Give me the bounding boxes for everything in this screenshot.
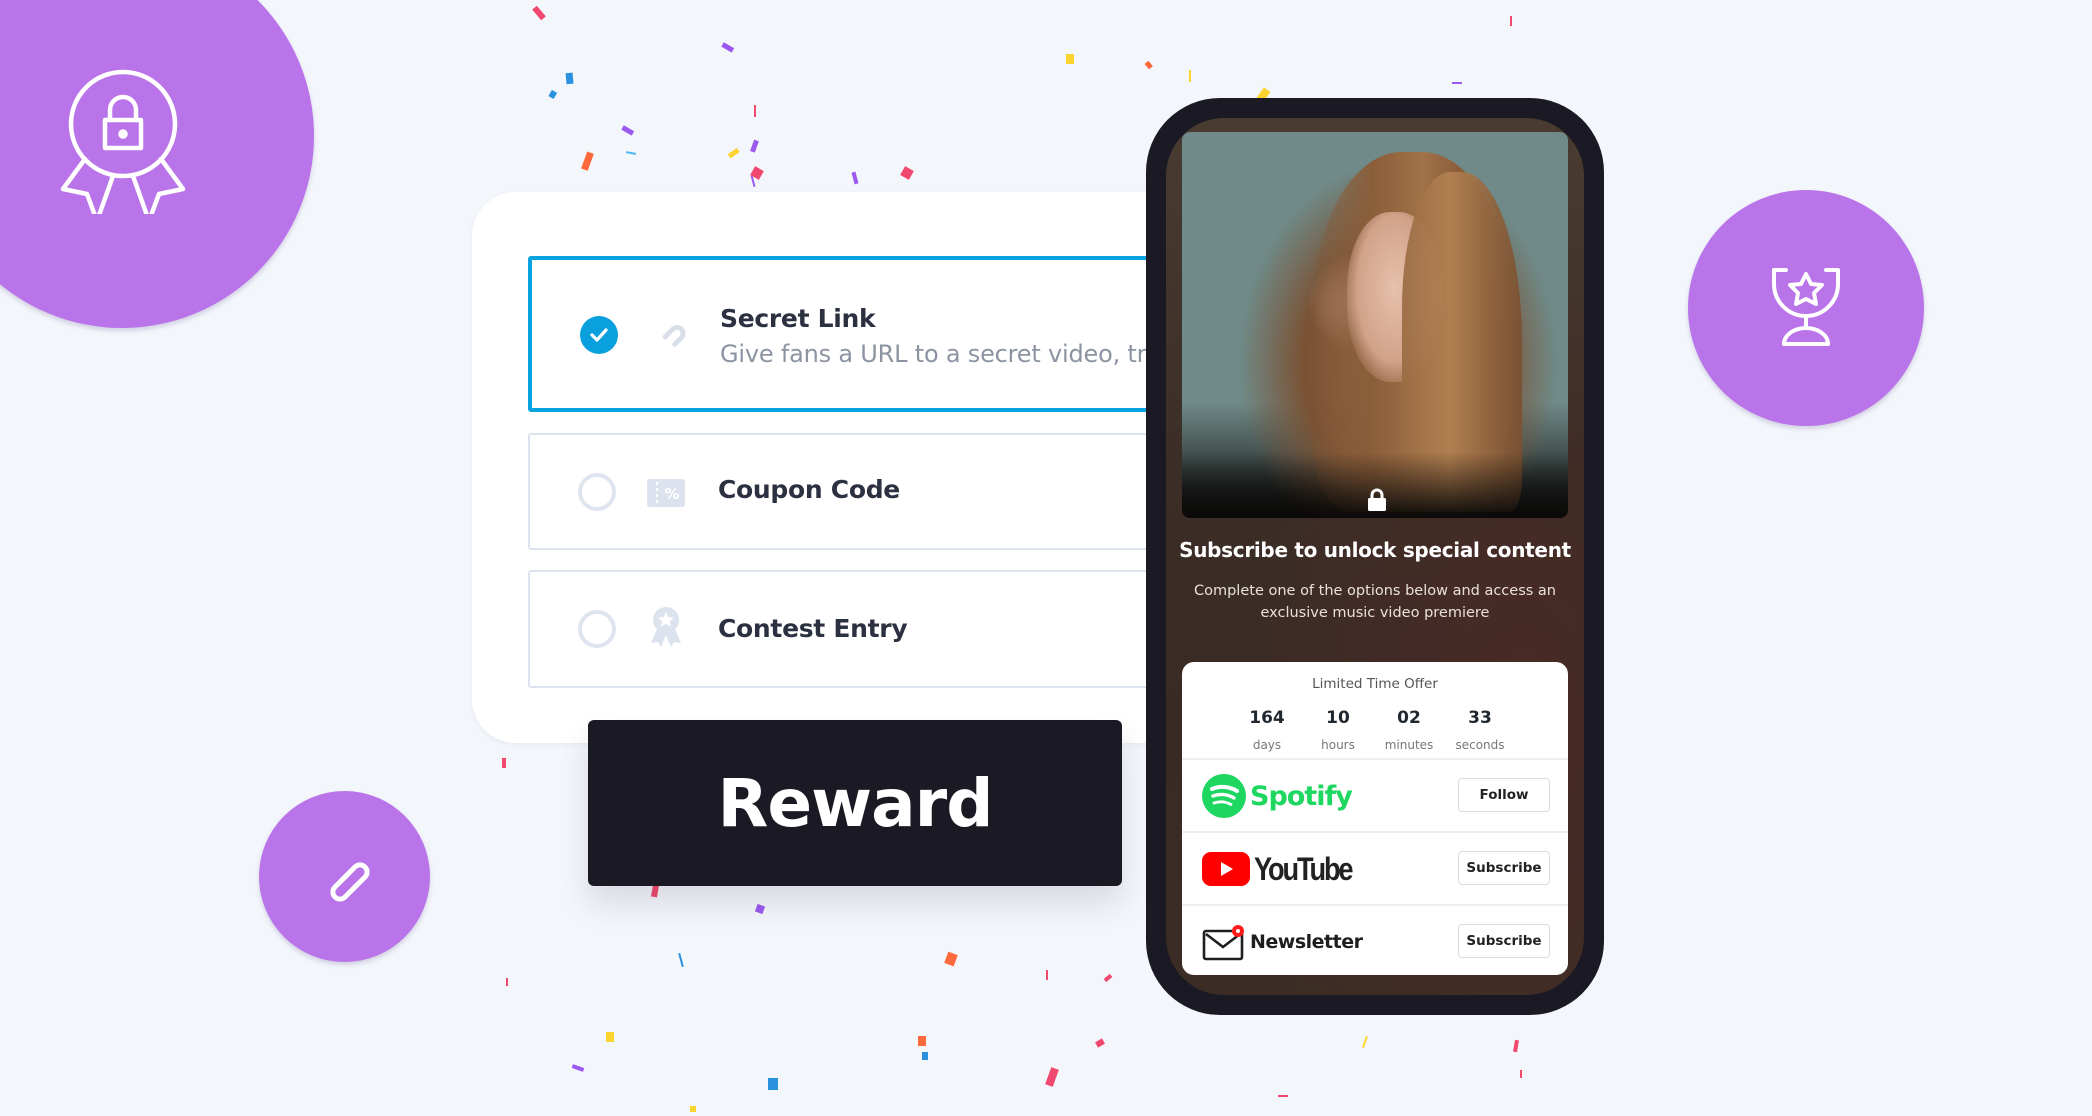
countdown-value: 10 <box>1326 708 1350 728</box>
subscribe-button[interactable]: Subscribe <box>1458 851 1550 885</box>
option-title: Secret Link <box>720 304 876 333</box>
radio-unchecked[interactable] <box>578 473 616 511</box>
option-secret-link[interactable]: Secret Link Give fans a URL to a secret … <box>528 256 1208 412</box>
spotify-icon <box>1202 774 1246 818</box>
svg-text:%: % <box>664 485 679 503</box>
unlock-description: Complete one of the options below and ac… <box>1193 583 1556 621</box>
phone-mockup: Subscribe to unlock special content Comp… <box>1146 98 1604 1015</box>
countdown-value: 164 <box>1249 708 1285 728</box>
spotify-logo: Spotify <box>1202 774 1353 818</box>
countdown-value: 02 <box>1397 708 1421 728</box>
countdown-unit: days <box>1252 738 1282 752</box>
option-description: Give fans a URL to a secret video, tr <box>720 340 1147 368</box>
action-row-youtube: YouTube Subscribe <box>1182 831 1568 904</box>
brand-name: Spotify <box>1250 780 1353 812</box>
phone-screen: Subscribe to unlock special content Comp… <box>1166 118 1584 995</box>
limited-offer-card: Limited Time Offer 164 days 10 hours 02 … <box>1182 662 1568 975</box>
envelope-icon <box>1202 925 1244 961</box>
option-title: Contest Entry <box>718 614 908 643</box>
lock-icon <box>1368 488 1386 511</box>
countdown-unit: seconds <box>1455 738 1505 752</box>
offer-title: Limited Time Offer <box>1312 676 1438 692</box>
countdown-days: 164 days <box>1227 708 1307 752</box>
brand-name: Newsletter <box>1250 931 1363 953</box>
follow-button[interactable]: Follow <box>1458 778 1550 812</box>
countdown-value: 33 <box>1468 708 1492 728</box>
countdown-unit: minutes <box>1384 738 1434 752</box>
link-icon <box>648 314 688 354</box>
youtube-icon <box>1202 852 1250 886</box>
reward-type-card: Secret Link Give fans a URL to a secret … <box>472 192 1208 743</box>
countdown-seconds: 33 seconds <box>1440 708 1520 752</box>
option-contest-entry[interactable]: Contest Entry <box>528 570 1208 688</box>
radio-unchecked[interactable] <box>578 610 616 648</box>
reward-button[interactable]: Reward <box>588 720 1122 886</box>
brand-name: YouTube <box>1254 850 1354 887</box>
subscribe-button[interactable]: Subscribe <box>1458 924 1550 958</box>
youtube-logo: YouTube <box>1202 847 1369 891</box>
option-coupon-code[interactable]: % Coupon Code <box>528 433 1208 550</box>
countdown-minutes: 02 minutes <box>1369 708 1449 752</box>
radio-checked[interactable] <box>580 316 618 354</box>
countdown-unit: hours <box>1321 738 1355 752</box>
unlock-title: Subscribe to unlock special content <box>1179 538 1571 562</box>
action-row-spotify: Spotify Follow <box>1182 758 1568 831</box>
action-row-newsletter: Newsletter Subscribe <box>1182 904 1568 975</box>
countdown-hours: 10 hours <box>1298 708 1378 752</box>
option-title: Coupon Code <box>718 475 900 504</box>
award-ribbon-icon <box>646 606 686 647</box>
coupon-icon: % <box>646 473 686 513</box>
newsletter-logo: Newsletter <box>1202 920 1363 964</box>
check-icon <box>590 328 608 342</box>
locked-content-image <box>1182 132 1568 518</box>
